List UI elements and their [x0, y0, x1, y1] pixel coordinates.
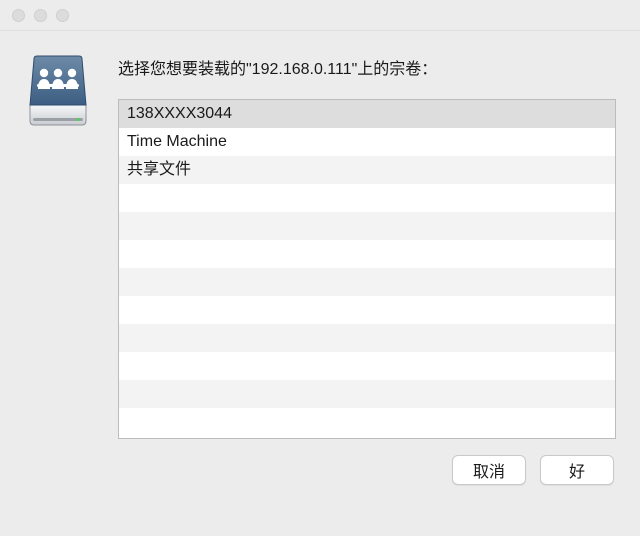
volume-list-empty-row — [119, 296, 615, 324]
dialog-prompt: 选择您想要装载的"192.168.0.111"上的宗卷： — [118, 59, 616, 81]
window-titlebar — [0, 0, 640, 31]
dialog-button-row: 取消 好 — [22, 455, 616, 485]
dialog-right-column: 选择您想要装载的"192.168.0.111"上的宗卷： 138XXXX3044… — [118, 53, 616, 439]
volume-list-item[interactable]: 共享文件 — [119, 156, 615, 184]
volume-list-empty-row — [119, 184, 615, 212]
volume-mount-dialog: 选择您想要装载的"192.168.0.111"上的宗卷： 138XXXX3044… — [0, 0, 640, 536]
volume-list-empty-row — [119, 408, 615, 436]
window-close-button[interactable] — [12, 9, 25, 22]
volume-list-empty-row — [119, 240, 615, 268]
dialog-content: 选择您想要装载的"192.168.0.111"上的宗卷： 138XXXX3044… — [0, 31, 640, 536]
volume-list-empty-row — [119, 212, 615, 240]
window-zoom-button[interactable] — [56, 9, 69, 22]
network-share-drive-icon — [22, 53, 94, 133]
volume-list-empty-row — [119, 380, 615, 408]
volume-list-empty-row — [119, 324, 615, 352]
window-minimize-button[interactable] — [34, 9, 47, 22]
cancel-button[interactable]: 取消 — [452, 455, 526, 485]
ok-button[interactable]: 好 — [540, 455, 614, 485]
dialog-top-row: 选择您想要装载的"192.168.0.111"上的宗卷： 138XXXX3044… — [22, 53, 616, 439]
volume-list[interactable]: 138XXXX3044Time Machine共享文件 — [118, 99, 616, 439]
volume-list-item[interactable]: 138XXXX3044 — [119, 100, 615, 128]
volume-list-empty-row — [119, 352, 615, 380]
volume-list-item[interactable]: Time Machine — [119, 128, 615, 156]
volume-list-empty-row — [119, 268, 615, 296]
